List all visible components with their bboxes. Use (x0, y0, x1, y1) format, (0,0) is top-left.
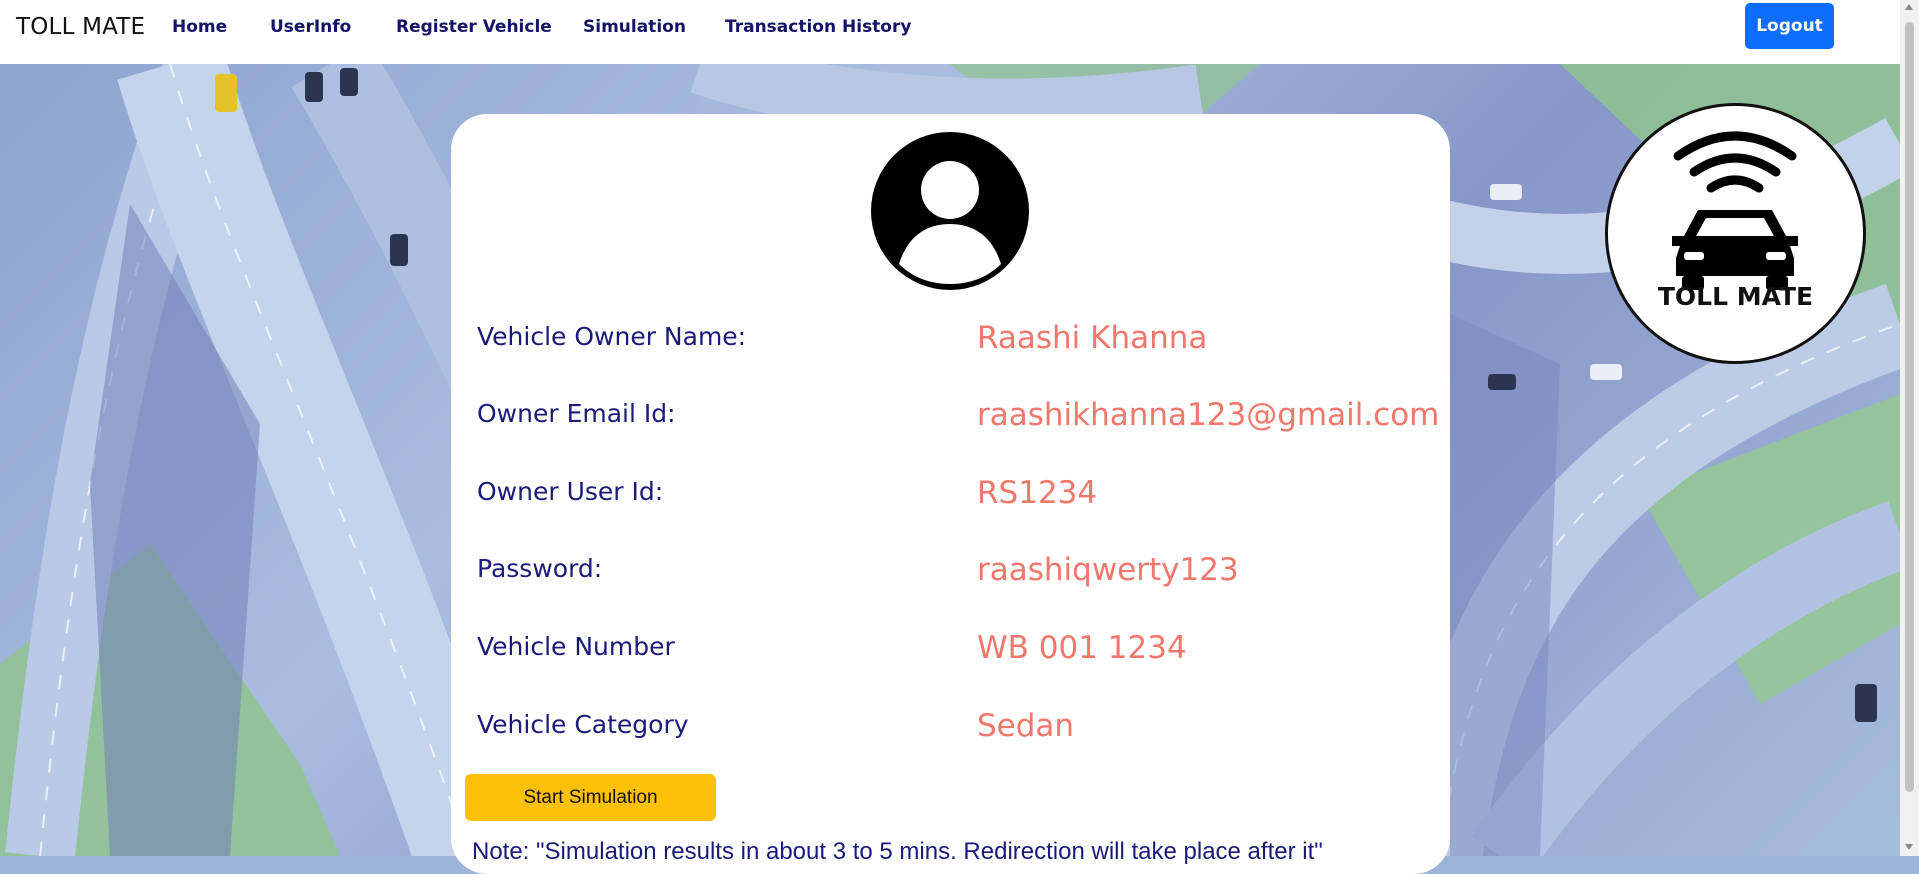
simulation-note: Note: "Simulation results in about 3 to … (472, 838, 1323, 865)
vehicle-number-label: Vehicle Number (477, 632, 675, 661)
nav-link-register-vehicle[interactable]: Register Vehicle (396, 17, 552, 37)
vehicle-category-label: Vehicle Category (477, 710, 689, 739)
scroll-up-icon[interactable] (1905, 4, 1913, 10)
owner-name-value: Raashi Khanna (977, 320, 1208, 356)
user-avatar-icon (871, 132, 1029, 290)
logout-button[interactable]: Logout (1745, 3, 1834, 49)
logo-text: TOLL MATE (1657, 282, 1814, 311)
vehicle-category-value: Sedan (977, 708, 1075, 744)
top-navbar: TOLL MATE Home UserInfo Register Vehicle… (0, 0, 1900, 64)
nav-link-userinfo[interactable]: UserInfo (270, 17, 351, 37)
password-value: raashiqwerty123 (977, 552, 1239, 588)
owner-email-label: Owner Email Id: (477, 399, 676, 428)
nav-link-simulation[interactable]: Simulation (583, 17, 686, 37)
vehicle-number-value: WB 001 1234 (977, 630, 1187, 666)
scroll-down-icon[interactable] (1905, 844, 1913, 850)
start-simulation-button[interactable]: Start Simulation (465, 774, 716, 821)
scroll-thumb[interactable] (1905, 22, 1914, 792)
owner-email-value: raashikhanna123@gmail.com (977, 397, 1440, 433)
brand-title[interactable]: TOLL MATE (16, 14, 145, 40)
profile-card: Vehicle Owner Name: Raashi Khanna Owner … (451, 114, 1450, 874)
owner-userid-value: RS1234 (977, 475, 1098, 511)
car-wifi-icon (1672, 131, 1798, 290)
toll-mate-logo: TOLL MATE (1605, 103, 1866, 364)
nav-link-home[interactable]: Home (172, 17, 227, 37)
owner-name-label: Vehicle Owner Name: (477, 322, 747, 351)
owner-userid-label: Owner User Id: (477, 477, 664, 506)
password-label: Password: (477, 554, 603, 583)
page-scrollbar[interactable] (1900, 0, 1919, 856)
nav-link-transaction-history[interactable]: Transaction History (725, 17, 911, 37)
